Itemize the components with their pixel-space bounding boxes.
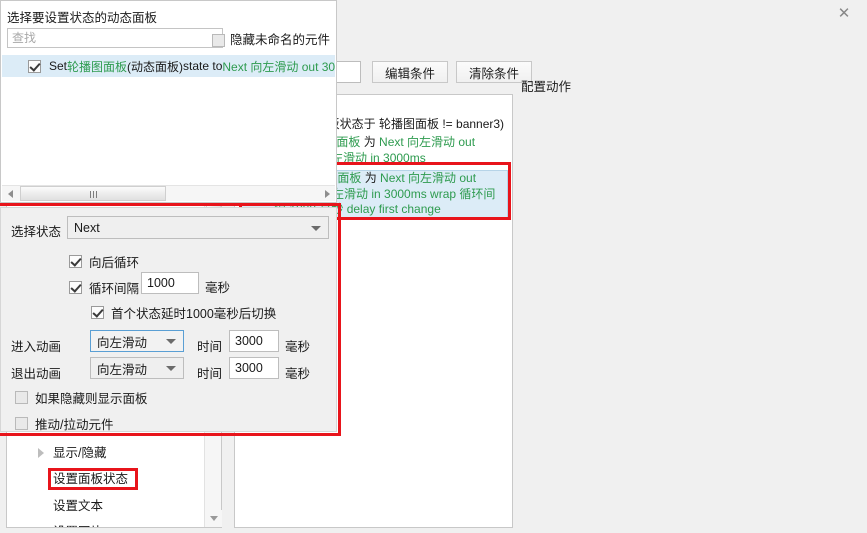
- show-if-hidden-label: 如果隐藏则显示面板: [35, 392, 148, 406]
- enter-time-unit: 毫秒: [285, 340, 311, 354]
- wrap-checkbox-row[interactable]: 向后循环: [69, 252, 139, 271]
- tree-item-15[interactable]: 设置文本: [7, 493, 204, 520]
- select-state-value: Next: [74, 220, 100, 235]
- tree-item-label: 设置面板状态: [53, 472, 129, 486]
- push-pull-row[interactable]: 推动/拉动元件: [15, 414, 113, 433]
- chevron-down-icon: [311, 225, 321, 231]
- hide-unnamed-label: 隐藏未命名的元件: [229, 33, 330, 47]
- tree-item-14[interactable]: 设置面板状态: [7, 466, 204, 493]
- delay-first-checkbox[interactable]: [91, 306, 104, 319]
- collapse-triangle-icon[interactable]: [33, 440, 49, 467]
- enter-animation-value: 向左滑动: [97, 335, 148, 350]
- dynamic-panel-list-item[interactable]: Set 轮播图面板 (动态面板) state to Next 向左滑动 out …: [2, 55, 335, 77]
- wrap-checkbox[interactable]: [69, 255, 82, 268]
- tree-item-label: 设置文本: [53, 498, 104, 513]
- exit-animation-dropdown[interactable]: 向左滑动: [90, 357, 184, 379]
- panel-list-hscrollbar[interactable]: [2, 185, 335, 201]
- select-dynamic-panel-box: 选择要设置状态的动态面板 查找 隐藏未命名的元件 Set 轮播图面板 (动态面板…: [0, 0, 337, 203]
- select-state-label: 选择状态: [11, 225, 62, 239]
- panel-state-options: 选择状态 Next 向后循环 循环间隔 1000 毫秒 首个状态延时1000毫秒…: [0, 207, 337, 432]
- widget-row-middle: state to: [183, 59, 223, 73]
- search-input[interactable]: 查找: [7, 28, 223, 48]
- chevron-down-icon: [166, 366, 176, 371]
- configure-action-header: 配置动作: [521, 80, 572, 94]
- edit-condition-button[interactable]: 编辑条件: [372, 61, 448, 83]
- exit-time-unit: 毫秒: [285, 367, 311, 381]
- exit-animation-label: 退出动画: [11, 367, 62, 381]
- show-if-hidden-checkbox[interactable]: [15, 391, 28, 404]
- push-pull-checkbox[interactable]: [15, 417, 28, 430]
- enter-animation-label: 进入动画: [11, 340, 62, 354]
- hscrollbar-thumb[interactable]: [20, 186, 166, 201]
- close-icon[interactable]: ✕: [821, 0, 867, 26]
- repeat-checkbox[interactable]: [69, 281, 82, 294]
- wrap-label: 向后循环: [89, 256, 140, 270]
- tree-item-label: 显示/隐藏: [53, 445, 107, 460]
- exit-time-label: 时间: [197, 367, 223, 381]
- exit-animation-value: 向左滑动: [97, 362, 148, 377]
- select-panel-title: 选择要设置状态的动态面板: [7, 11, 158, 25]
- scroll-right-icon[interactable]: [319, 186, 335, 201]
- push-pull-label: 推动/拉动元件: [35, 418, 114, 432]
- exit-time-input[interactable]: 3000: [229, 357, 279, 379]
- scroll-left-icon[interactable]: [2, 186, 18, 201]
- chevron-down-icon: [166, 339, 176, 344]
- tree-item-label: 设置图片: [53, 519, 103, 527]
- widget-row-type: (动态面板): [127, 59, 184, 74]
- tree-item-13[interactable]: 显示/隐藏: [7, 440, 204, 467]
- repeat-interval-input[interactable]: 1000: [141, 272, 199, 294]
- repeat-unit-label: 毫秒: [205, 281, 231, 295]
- tree-item-16[interactable]: 设置图片: [7, 519, 204, 527]
- scroll-down-icon[interactable]: [205, 510, 222, 527]
- configure-action-panel: 选择要设置状态的动态面板 查找 隐藏未命名的元件 Set 轮播图面板 (动态面板…: [0, 0, 343, 436]
- repeat-checkbox-row[interactable]: 循环间隔: [69, 278, 139, 297]
- enter-time-input[interactable]: 3000: [229, 330, 279, 352]
- enter-time-label: 时间: [197, 340, 223, 354]
- widget-row-state: Next 向左滑动 out 3000: [222, 59, 335, 74]
- enter-animation-dropdown[interactable]: 向左滑动: [90, 330, 184, 352]
- case-editor-dialog: RP 用例编辑<鼠标单击时> ✕ 用例名称 Case 2 编辑条件 清除条件 添…: [0, 0, 867, 533]
- repeat-label: 循环间隔: [89, 282, 140, 296]
- select-state-dropdown[interactable]: Next: [67, 216, 329, 239]
- delay-first-checkbox-row[interactable]: 首个状态延时1000毫秒后切换: [91, 303, 276, 322]
- delay-first-label: 首个状态延时1000毫秒后切换: [111, 307, 277, 321]
- show-if-hidden-row[interactable]: 如果隐藏则显示面板: [15, 388, 148, 407]
- hide-unnamed-checkbox-row[interactable]: 隐藏未命名的元件: [211, 29, 330, 48]
- dynamic-panel-checkbox[interactable]: [28, 59, 41, 73]
- hide-unnamed-checkbox[interactable]: [211, 34, 225, 48]
- widget-row-prefix: Set: [49, 59, 68, 73]
- widget-row-name: 轮播图面板: [67, 59, 128, 74]
